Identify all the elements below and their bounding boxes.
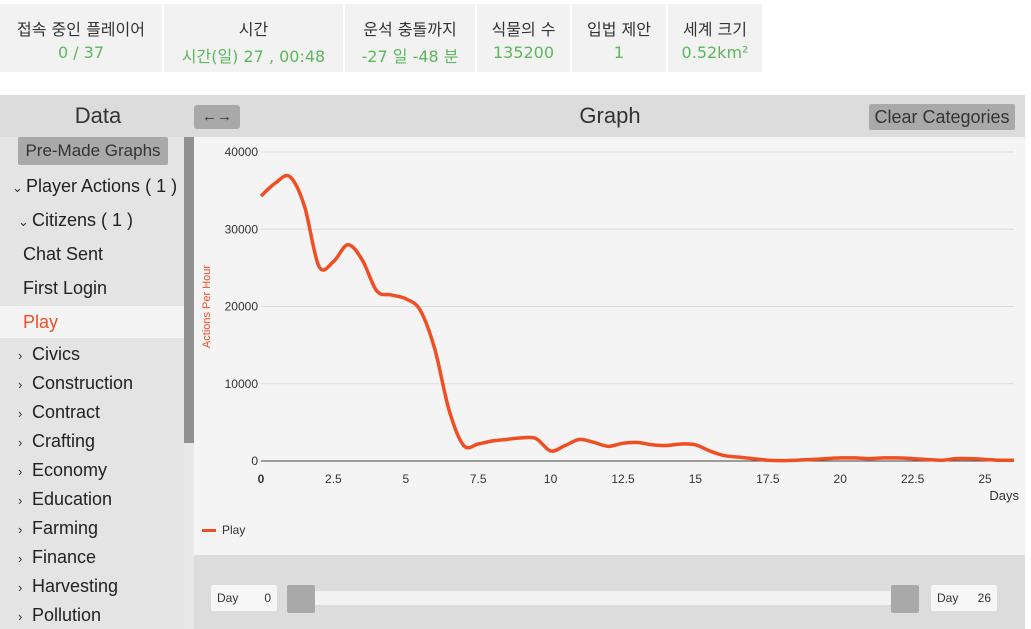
sidebar-item-pollution[interactable]: › Pollution — [0, 599, 184, 629]
sidebar-item-label: First Login — [23, 278, 108, 298]
x-tick-label: 10 — [544, 472, 558, 486]
sidebar-scrollbar[interactable] — [184, 137, 194, 629]
stat-value: 시간(일) 27 , 00:48 — [181, 47, 326, 66]
sidebar-item-label: Finance — [32, 547, 97, 567]
stat-label: 세계 크기 — [683, 20, 747, 39]
sidebar-item-label: Pollution — [32, 605, 102, 625]
chevron-right-icon: › — [18, 609, 23, 624]
sidebar-item-chat-sent[interactable]: Chat Sent — [0, 238, 184, 270]
stat-label: 접속 중인 플레이어 — [17, 20, 145, 39]
sidebar-item-label: Civics — [32, 344, 80, 364]
chart-legend[interactable]: Play — [202, 523, 245, 537]
sidebar-item-economy[interactable]: › Economy — [0, 454, 184, 486]
sidebar-item-label: Farming — [32, 518, 99, 538]
stat-label: 입법 제안 — [587, 20, 651, 39]
x-tick-label: 7.5 — [470, 472, 487, 486]
slider-track[interactable] — [294, 591, 906, 605]
x-tick-label: 15 — [689, 472, 703, 486]
stat-label: 식물의 수 — [491, 20, 556, 39]
y-tick-label: 10000 — [225, 377, 259, 391]
chart-area: 0 10000 20000 30000 40000 0 2.5 5 7.5 10 12.5 15 17.… — [194, 137, 1025, 555]
swap-button[interactable]: ←→ — [194, 105, 240, 129]
day-range-slider: Day 0 Day 26 — [194, 555, 1025, 629]
y-axis-label: Actions Per Hour — [201, 265, 213, 348]
day-min-box[interactable]: Day 0 — [211, 585, 277, 611]
y-tick-label: 40000 — [225, 145, 259, 159]
stat-label: 시간 — [238, 20, 269, 39]
sidebar-item-citizens[interactable]: ⌄ Citizens ( 1 ) — [0, 204, 184, 236]
stat-value: -27 일 -48 분 — [361, 47, 459, 66]
day-max-label: Day — [937, 591, 959, 605]
y-tick-label: 20000 — [225, 300, 259, 314]
sidebar-item-label: Construction — [32, 373, 134, 393]
legend-label: Play — [222, 523, 246, 537]
y-tick-label: 0 — [251, 454, 258, 468]
stat-meteor: 운석 충돌까지 -27 일 -48 분 — [345, 4, 477, 72]
sidebar-item-contract[interactable]: › Contract — [0, 396, 184, 428]
sidebar-item-label: Economy — [32, 460, 108, 480]
slider-handle-max[interactable] — [891, 585, 919, 613]
sidebar-item-education[interactable]: › Education — [0, 483, 184, 515]
x-axis-label: Days — [989, 488, 1019, 503]
day-max-box[interactable]: Day 26 — [931, 585, 997, 611]
sidebar-item-harvesting[interactable]: › Harvesting — [0, 570, 184, 602]
x-tick-label: 12.5 — [611, 472, 635, 486]
sidebar-item-label: Player Actions — [26, 176, 141, 196]
x-tick-label: 17.5 — [756, 472, 780, 486]
category-sidebar: Pre-Made Graphs ⌄ Player Actions ( 1 ) ⌄ C… — [0, 137, 184, 629]
sidebar-item-player-actions[interactable]: ⌄ Player Actions ( 1 ) — [0, 170, 184, 202]
premade-graphs-button[interactable]: Pre-Made Graphs — [18, 137, 168, 165]
sidebar-item-civics[interactable]: › Civics — [0, 338, 184, 370]
sidebar-item-construction[interactable]: › Construction — [0, 367, 184, 399]
x-tick-label: 5 — [402, 472, 409, 486]
stat-label: 운석 충돌까지 — [363, 20, 457, 39]
sidebar-item-count: ( 1 ) — [145, 176, 178, 196]
data-title: Data — [74, 103, 122, 128]
day-min-label: Day — [217, 591, 239, 605]
x-tick-label: 22.5 — [901, 472, 925, 486]
sidebar-item-label: Citizens — [32, 210, 97, 230]
x-tick-label: 20 — [834, 472, 848, 486]
stat-time: 시간 시간(일) 27 , 00:48 — [164, 4, 345, 72]
day-max-value: 26 — [977, 591, 991, 605]
sidebar-item-label: Contract — [32, 402, 101, 422]
sidebar-item-play[interactable]: Play — [0, 306, 184, 338]
sidebar-item-label: Crafting — [32, 431, 96, 451]
sidebar-item-label: Play — [23, 312, 59, 332]
stat-value: 0.52km² — [681, 43, 749, 62]
stat-world-size: 세계 크기 0.52km² — [668, 4, 764, 72]
chevron-down-icon: ⌄ — [12, 180, 23, 195]
stat-value: 1 — [613, 43, 625, 62]
stat-value: 135200 — [492, 43, 555, 62]
graph-panel: Data ←→ Graph Clear Categories Pre-Made … — [0, 95, 1025, 629]
stat-value: 0 / 37 — [57, 43, 105, 62]
sidebar-item-count: ( 1 ) — [101, 210, 134, 230]
legend-swatch — [202, 528, 216, 532]
y-tick-label: 30000 — [225, 222, 259, 236]
sidebar-item-finance[interactable]: › Finance — [0, 541, 184, 573]
x-tick-label: 25 — [978, 472, 992, 486]
clear-categories-button[interactable]: Clear Categories — [869, 104, 1015, 130]
sidebar-item-first-login[interactable]: First Login — [0, 272, 184, 304]
day-min-value: 0 — [264, 591, 271, 605]
stat-laws: 입법 제안 1 — [572, 4, 668, 72]
chevron-down-icon: ⌄ — [18, 214, 29, 229]
series-line-play — [259, 173, 1015, 463]
sidebar-item-label: Chat Sent — [23, 244, 104, 264]
sidebar-item-label: Harvesting — [32, 576, 119, 596]
sidebar-item-farming[interactable]: › Farming — [0, 512, 184, 544]
stat-online-players: 접속 중인 플레이어 0 / 37 — [0, 4, 164, 72]
graph-title: Graph — [579, 103, 641, 128]
scrollbar-thumb[interactable] — [184, 137, 194, 443]
sidebar-item-label: Education — [32, 489, 113, 509]
line-chart: 0 10000 20000 30000 40000 0 2.5 5 7.5 10 12.5 15 17.… — [201, 145, 1019, 503]
stats-bar: 접속 중인 플레이어 0 / 37 시간 시간(일) 27 , 00:48 운석… — [0, 4, 764, 72]
x-tick-label: 0 — [258, 472, 265, 486]
sidebar-item-crafting[interactable]: › Crafting — [0, 425, 184, 457]
stat-plants: 식물의 수 135200 — [477, 4, 572, 72]
slider-handle-min[interactable] — [287, 585, 315, 613]
x-tick-label: 2.5 — [325, 472, 342, 486]
